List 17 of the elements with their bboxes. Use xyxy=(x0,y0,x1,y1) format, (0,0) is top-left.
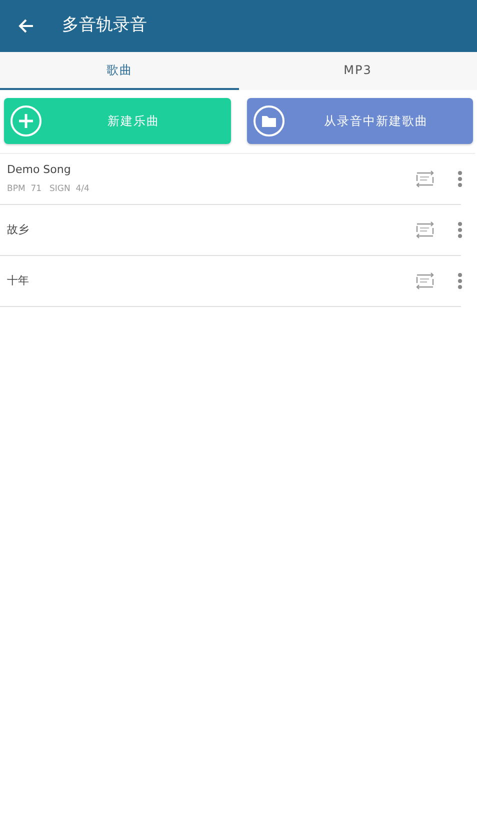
convert-mp3-icon[interactable] xyxy=(415,170,435,188)
song-title[interactable]: Demo Song xyxy=(7,162,415,179)
app-title: 多音轨录音 xyxy=(62,14,147,38)
song-title[interactable]: 十年 xyxy=(7,272,415,290)
convert-mp3-icon[interactable] xyxy=(415,221,435,239)
tab[interactable]: MP3 xyxy=(238,52,477,90)
folder-icon xyxy=(252,105,284,137)
more-icon[interactable] xyxy=(457,221,463,239)
back-icon[interactable] xyxy=(18,18,34,34)
more-icon[interactable] xyxy=(457,272,463,290)
plus-icon xyxy=(10,105,42,137)
song-title[interactable]: 故乡 xyxy=(7,222,415,238)
more-icon[interactable] xyxy=(457,170,463,188)
convert-mp3-icon[interactable] xyxy=(415,272,435,290)
tab[interactable]: 歌曲 xyxy=(0,52,238,90)
song-meta: BPM 71 xyxy=(7,182,42,196)
song-meta: SIGN 4/4 xyxy=(50,182,90,196)
